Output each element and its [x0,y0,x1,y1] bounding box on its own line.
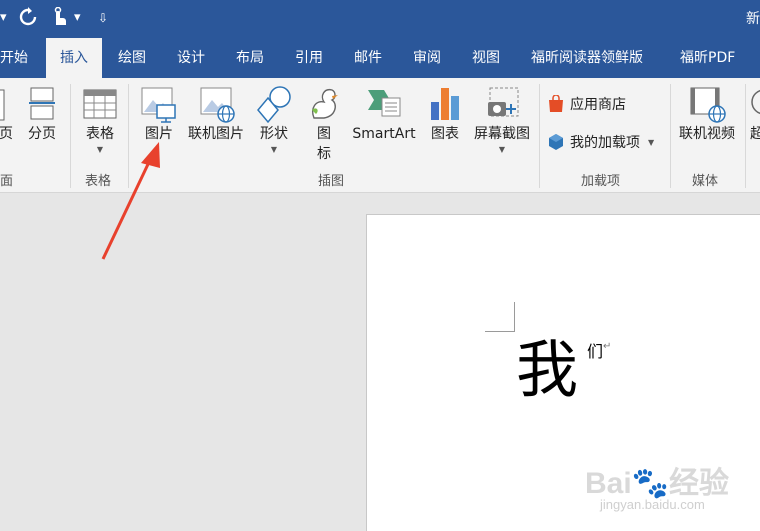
watermark-logo: Bai🐾经验 [585,467,730,500]
arrow-head [141,142,160,168]
arrow-shaft [101,159,152,260]
watermark-url: jingyan.baidu.com [600,497,705,512]
annotation-arrow [101,142,160,260]
